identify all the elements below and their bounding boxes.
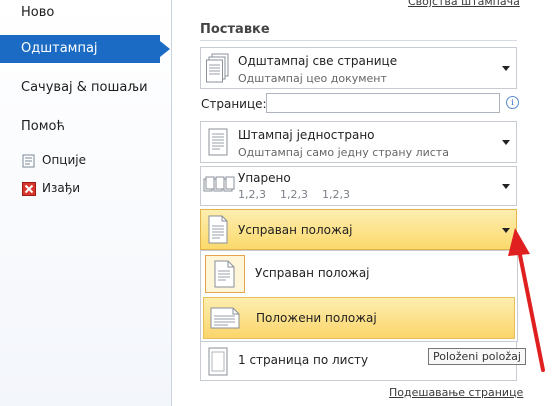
orientation-option-landscape[interactable]: Положени положај [203, 297, 515, 339]
nav-options-label: Опције [42, 153, 86, 167]
print-range-title: Одштампај све странице [238, 54, 398, 68]
chevron-down-icon [502, 66, 510, 71]
one-page-per-sheet-icon [208, 347, 228, 376]
portrait-option-icon-frame [205, 255, 245, 293]
settings-title: Поставке [200, 22, 270, 37]
orientation-title: Усправан положај [238, 223, 353, 237]
collation-dropdown[interactable]: Упарено 1,2,3 1,2,3 1,2,3 [200, 166, 517, 206]
orientation-dropdown[interactable]: Усправан положај [200, 209, 517, 250]
pages-label: Странице: [201, 97, 267, 111]
landscape-option-label: Положени положај [256, 311, 377, 325]
pages-per-sheet-title: 1 страница по листу [238, 353, 369, 367]
sides-dropdown[interactable]: Штампај једнострано Одштампај само једну… [200, 121, 517, 163]
nav-help[interactable]: Помоћ [0, 113, 171, 141]
orientation-option-portrait[interactable]: Усправан положај [203, 253, 515, 295]
sides-title: Штампај једнострано [238, 128, 375, 142]
nav-new[interactable]: Ново [0, 0, 171, 27]
nav-options[interactable]: Опције [22, 151, 86, 169]
nav-print[interactable]: Одштампај [0, 35, 170, 63]
print-range-subtitle: Одштампај цео документ [238, 72, 387, 85]
pages-input[interactable] [266, 93, 500, 113]
sides-subtitle: Одштампај само једну страну листа [238, 146, 449, 159]
orientation-menu: Усправан положај Положени положај [200, 250, 518, 342]
nav-exit[interactable]: Изађи [22, 179, 80, 197]
nav-exit-label: Изађи [42, 181, 81, 195]
portrait-page-icon [208, 215, 228, 244]
print-range-dropdown[interactable]: Одштампај све странице Одштампај цео док… [200, 47, 517, 89]
pages-stack-icon [206, 53, 229, 83]
options-icon [22, 154, 36, 168]
chevron-down-icon [502, 140, 510, 145]
one-sided-page-icon [208, 128, 228, 156]
printer-properties-link[interactable]: Својства штампача [408, 0, 520, 8]
nav-save-send[interactable]: Сачувај & пошаљи [0, 74, 171, 102]
chevron-down-icon [502, 184, 510, 189]
collation-title: Упарено [238, 171, 291, 185]
backstage-nav: Ново Одштампај Сачувај & пошаљи Помоћ Оп… [0, 0, 172, 406]
red-pointer-arrow [508, 228, 545, 372]
collated-icon [203, 176, 235, 192]
landscape-page-icon [210, 307, 240, 329]
page-setup-link[interactable]: Подешавање странице [389, 386, 523, 399]
collation-subtitle: 1,2,3 1,2,3 1,2,3 [238, 188, 350, 201]
info-icon[interactable]: i [506, 96, 519, 109]
portrait-page-icon [214, 260, 235, 288]
portrait-option-label: Усправан положај [255, 266, 370, 280]
exit-icon [22, 181, 36, 196]
divider [200, 40, 517, 41]
